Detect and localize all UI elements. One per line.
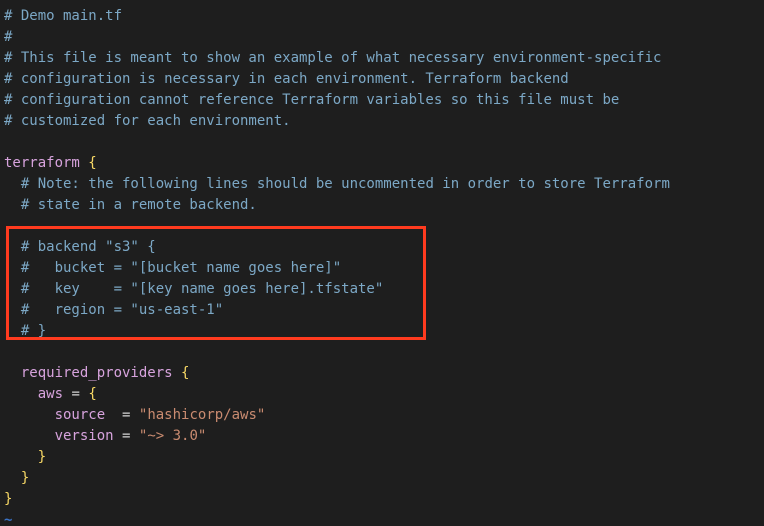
comment-line: # customized for each environment. (4, 113, 291, 129)
eq: = (71, 386, 79, 402)
comment-line: # Note: the following lines should be un… (21, 176, 670, 192)
comment-line: # configuration is necessary in each env… (4, 71, 569, 87)
comment-line: # This file is meant to show an example … (4, 50, 661, 66)
kw-aws: aws (38, 386, 63, 402)
backend-line: # backend "s3" { (21, 239, 156, 255)
comment-line: # configuration cannot reference Terrafo… (4, 92, 619, 108)
brace-close: } (21, 470, 29, 486)
brace-open: { (88, 155, 96, 171)
kw-terraform: terraform (4, 155, 80, 171)
code-editor: # Demo main.tf # # This file is meant to… (0, 0, 764, 526)
val-source: "hashicorp/aws" (139, 407, 265, 423)
eq: = (122, 407, 130, 423)
vim-tilde: ~ (4, 512, 12, 526)
brace-open: { (88, 386, 96, 402)
comment-line: # Demo main.tf (4, 8, 122, 24)
backend-line: # bucket = "[bucket name goes here]" (21, 260, 341, 276)
kw-source: source (55, 407, 106, 423)
kw-version: version (55, 428, 114, 444)
brace-open: { (181, 365, 189, 381)
backend-line: # region = "us-east-1" (21, 302, 223, 318)
eq: = (122, 428, 130, 444)
backend-line: # } (21, 323, 46, 339)
backend-line: # key = "[key name goes here].tfstate" (21, 281, 383, 297)
kw-required-providers: required_providers (21, 365, 173, 381)
brace-close: } (38, 449, 46, 465)
val-version: "~> 3.0" (139, 428, 206, 444)
brace-close: } (4, 491, 12, 507)
comment-line: # (4, 29, 12, 45)
comment-line: # state in a remote backend. (21, 197, 257, 213)
